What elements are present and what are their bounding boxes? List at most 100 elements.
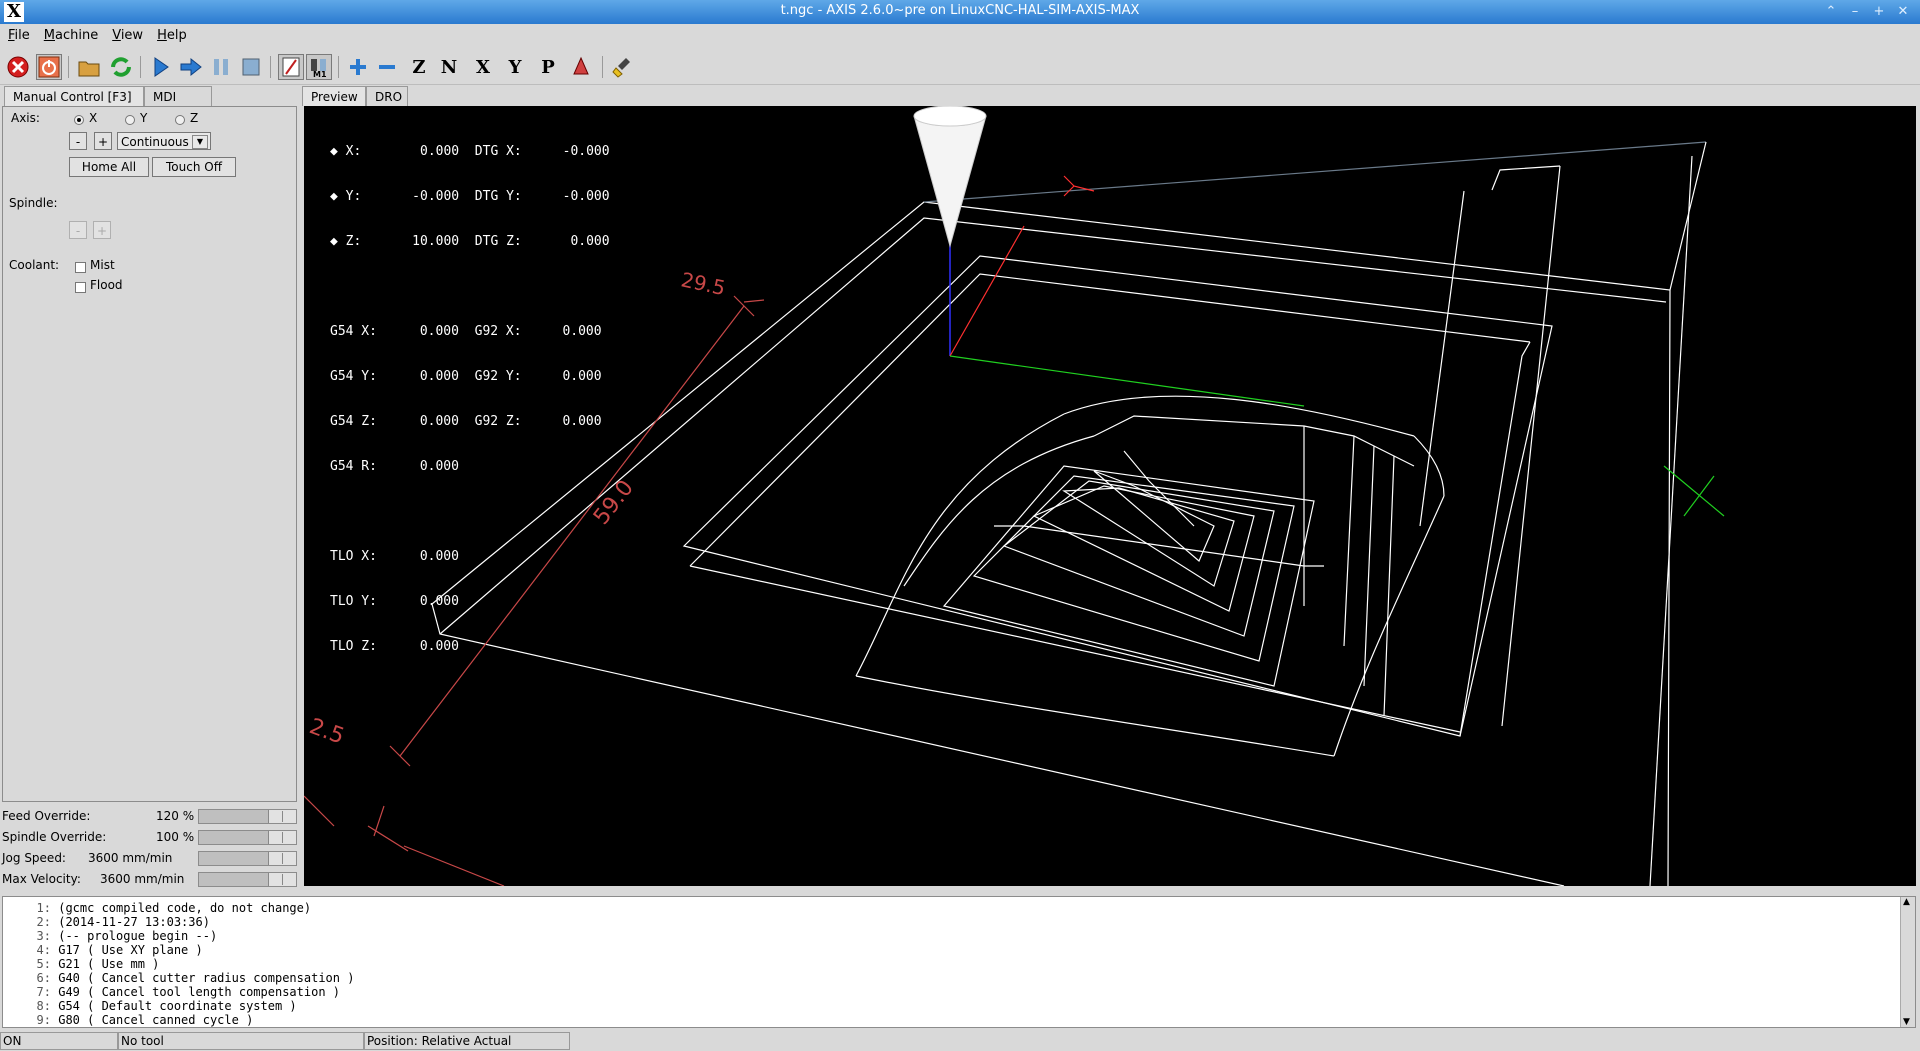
- slider-handle[interactable]: [268, 852, 296, 865]
- gcode-listing[interactable]: 1: (gcmc compiled code, do not change) 2…: [2, 896, 1916, 1028]
- close-icon[interactable]: ✕: [1894, 3, 1912, 21]
- spindle-plus-button[interactable]: +: [93, 221, 111, 239]
- mist-label: Mist: [90, 258, 115, 272]
- coolant-label: Coolant:: [9, 258, 60, 272]
- dro-row-x: ◆ X: 0.000 DTG X: -0.000: [330, 144, 610, 159]
- tab-manual-control[interactable]: Manual Control [F3]: [4, 86, 144, 106]
- max-velocity-slider[interactable]: [198, 872, 297, 887]
- minimize-icon[interactable]: –: [1846, 3, 1864, 21]
- gcode-line[interactable]: 8: G54 ( Default coordinate system ): [11, 999, 297, 1013]
- scroll-down-icon[interactable]: ▼: [1903, 1017, 1910, 1027]
- spindle-override-slider[interactable]: [198, 830, 297, 845]
- optional-stop-icon[interactable]: M1: [306, 54, 332, 80]
- status-tool: No tool: [118, 1032, 364, 1050]
- window-title: t.ngc - AXIS 2.6.0~pre on LinuxCNC-HAL-S…: [780, 3, 1140, 18]
- spindle-minus-button[interactable]: -: [69, 221, 87, 239]
- view-z-icon[interactable]: Z: [406, 54, 432, 80]
- tab-dro[interactable]: DRO: [366, 86, 408, 106]
- axis-y-label: Y: [140, 111, 148, 125]
- maximize-icon[interactable]: +: [1870, 3, 1888, 21]
- gcode-line[interactable]: 6: G40 ( Cancel cutter radius compensati…: [11, 971, 355, 985]
- preview-canvas[interactable]: 29.5 59.0 2.5 ◆ X: 0.000 DTG X: -0.000 ◆…: [304, 106, 1916, 886]
- dro-row-y: ◆ Y: -0.000 DTG Y: -0.000: [330, 189, 610, 204]
- dro-tlo-y: TLO Y: 0.000: [330, 594, 459, 609]
- dro-row-z: ◆ Z: 10.000 DTG Z: 0.000: [330, 234, 610, 249]
- jog-speed-value: 3600 mm/min: [88, 851, 173, 865]
- rotate-icon[interactable]: [568, 54, 594, 80]
- stop-icon[interactable]: [238, 54, 264, 80]
- scroll-up-icon[interactable]: ▲: [1903, 897, 1910, 907]
- dro-tlo-x: TLO X: 0.000: [330, 549, 459, 564]
- view-x-icon[interactable]: X: [470, 54, 496, 80]
- flood-checkbox[interactable]: [75, 282, 86, 293]
- axis-z-radio[interactable]: [175, 115, 185, 125]
- spindle-override-label: Spindle Override:: [2, 830, 107, 844]
- reload-icon[interactable]: [108, 54, 134, 80]
- max-velocity-value: 3600 mm/min: [100, 872, 185, 886]
- dro-tlo-z: TLO Z: 0.000: [330, 639, 459, 654]
- title-bar: X t.ngc - AXIS 2.6.0~pre on LinuxCNC-HAL…: [0, 0, 1920, 24]
- dim-label-29-5: 29.5: [679, 267, 728, 300]
- mist-checkbox[interactable]: [75, 262, 86, 273]
- jog-plus-button[interactable]: +: [94, 132, 112, 150]
- home-all-button[interactable]: Home All: [69, 157, 149, 177]
- dim-label-2-5: 2.5: [306, 714, 347, 749]
- feed-override-value: 120 %: [156, 809, 195, 823]
- step-icon[interactable]: [178, 54, 204, 80]
- dro-readout: ◆ X: 0.000 DTG X: -0.000 ◆ Y: -0.000 DTG…: [330, 114, 610, 684]
- axis-z-label: Z: [190, 111, 199, 125]
- gcode-line[interactable]: 3: (-- prologue begin --): [11, 929, 218, 943]
- tab-preview[interactable]: Preview: [302, 86, 366, 106]
- gcode-line[interactable]: 9: G80 ( Cancel canned cycle ): [11, 1013, 254, 1027]
- zoom-out-icon[interactable]: [374, 54, 400, 80]
- menu-file[interactable]: File: [2, 24, 36, 48]
- menu-view[interactable]: View: [106, 24, 149, 48]
- maximize-arrow-icon[interactable]: ⌃: [1822, 3, 1840, 21]
- menu-help[interactable]: Help: [151, 24, 193, 48]
- menu-machine[interactable]: Machine: [38, 24, 104, 48]
- status-position: Position: Relative Actual: [364, 1032, 570, 1050]
- jog-mode-value: Continuous: [121, 135, 189, 149]
- block-delete-icon[interactable]: [278, 54, 304, 80]
- dro-g54-x: G54 X: 0.000 G92 X: 0.000: [330, 324, 602, 339]
- gcode-line[interactable]: 7: G49 ( Cancel tool length compensation…: [11, 985, 340, 999]
- jog-mode-select[interactable]: Continuous ▼: [117, 132, 211, 150]
- slider-handle[interactable]: [268, 873, 296, 886]
- left-tabs: Manual Control [F3] MDI [F5]: [0, 86, 300, 124]
- run-icon[interactable]: [148, 54, 174, 80]
- estop-icon[interactable]: [5, 54, 31, 80]
- feed-override-slider[interactable]: [198, 809, 297, 824]
- power-icon[interactable]: [36, 54, 62, 80]
- zoom-in-icon[interactable]: [345, 54, 371, 80]
- svg-text:M1: M1: [313, 70, 327, 78]
- dro-g54-z: G54 Z: 0.000 G92 Z: 0.000: [330, 414, 602, 429]
- jog-speed-label: Jog Speed:: [2, 851, 66, 865]
- gcode-line[interactable]: 1: (gcmc compiled code, do not change): [11, 901, 312, 915]
- view-z2-icon[interactable]: N: [436, 54, 462, 80]
- open-file-icon[interactable]: [76, 54, 102, 80]
- axis-x-radio[interactable]: [74, 115, 84, 125]
- status-machine-state: ON: [0, 1032, 118, 1050]
- pause-icon[interactable]: [208, 54, 234, 80]
- dro-g54-r: G54 R: 0.000: [330, 459, 459, 474]
- gcode-line[interactable]: 4: G17 ( Use XY plane ): [11, 943, 203, 957]
- jog-speed-slider[interactable]: [198, 851, 297, 866]
- jog-minus-button[interactable]: -: [69, 132, 87, 150]
- slider-handle[interactable]: [268, 810, 296, 823]
- view-y-icon[interactable]: Y: [502, 54, 528, 80]
- tab-mdi[interactable]: MDI [F5]: [144, 86, 212, 124]
- gcode-line[interactable]: 2: (2014-11-27 13:03:36): [11, 915, 210, 929]
- clear-plot-icon[interactable]: [610, 54, 636, 80]
- gcode-scrollbar[interactable]: ▲ ▼: [1900, 897, 1915, 1027]
- menu-bar: File Machine View Help: [0, 24, 1920, 48]
- spindle-override-value: 100 %: [156, 830, 195, 844]
- touch-off-button[interactable]: Touch Off: [152, 157, 236, 177]
- feed-override-label: Feed Override:: [2, 809, 91, 823]
- max-velocity-label: Max Velocity:: [2, 872, 81, 886]
- slider-handle[interactable]: [268, 831, 296, 844]
- axis-y-radio[interactable]: [125, 115, 135, 125]
- view-p-icon[interactable]: P: [535, 54, 561, 80]
- gcode-line[interactable]: 5: G21 ( Use mm ): [11, 957, 160, 971]
- manual-control-panel: Axis: X Y Z - + Continuous ▼ Home All To…: [2, 106, 297, 802]
- preview-tabs: Preview DRO: [302, 86, 502, 106]
